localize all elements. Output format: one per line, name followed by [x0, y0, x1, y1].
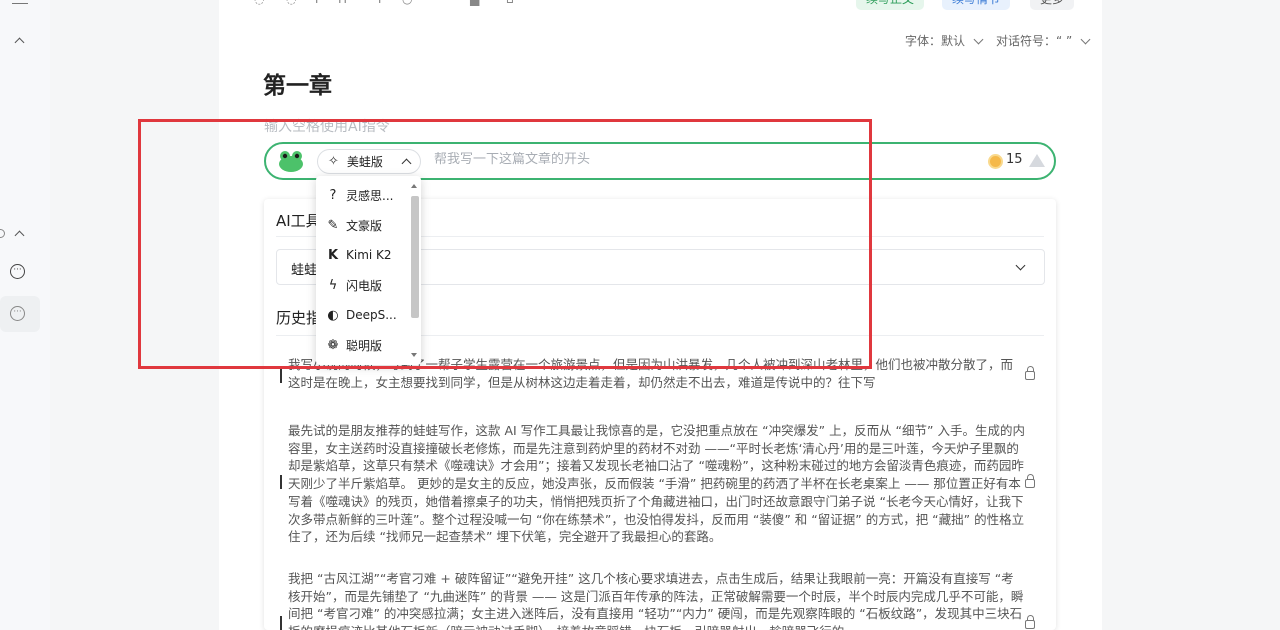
undo-icon[interactable]: ◌	[254, 0, 264, 8]
quote-label: 对话符号：“ ”	[996, 34, 1073, 48]
heading-icon[interactable]: H	[338, 0, 347, 8]
editor-hint[interactable]: 输入空格使用AI指令	[264, 116, 390, 136]
ai-prompt-input[interactable]	[434, 152, 954, 167]
text-icon[interactable]: T	[376, 0, 383, 8]
coin-icon	[988, 154, 1003, 169]
brain-icon: ❁	[327, 337, 339, 353]
continue-text-button[interactable]: 续写正文	[856, 0, 925, 10]
entry-marker	[280, 475, 282, 489]
link-icon[interactable]: ⌂	[506, 0, 514, 8]
frog-logo-icon	[279, 151, 303, 172]
image-icon[interactable]: ▇	[470, 0, 479, 8]
model-selector-label: 美蛙版	[346, 155, 383, 169]
model-option-wenhao[interactable]: ✎ 文豪版	[316, 210, 408, 240]
lightning-icon: ϟ	[328, 277, 338, 293]
model-option-inspiration[interactable]: ? 灵感思...	[316, 180, 408, 210]
font-label: 字体：默认	[905, 34, 966, 48]
model-option-deepseek[interactable]: ◐ DeepS...	[316, 300, 408, 330]
model-option-label: 灵感思...	[346, 188, 394, 203]
dropdown-scrollbar[interactable]	[409, 182, 419, 359]
left-rail: ··· ···	[0, 0, 50, 630]
model-option-label: DeepS...	[346, 308, 397, 322]
chevron-up-icon	[401, 158, 412, 169]
radio-icon[interactable]	[0, 229, 5, 238]
lock-icon[interactable]	[1025, 615, 1035, 629]
continue-plot-button[interactable]: 续写情节	[942, 0, 1011, 10]
quote-setting[interactable]: 对话符号：“ ”	[996, 32, 1091, 49]
format-icon[interactable]: T	[313, 0, 320, 8]
model-dropdown: ? 灵感思... ✎ 文豪版 K Kimi K2 ϟ 闪电版 ◐ DeepS... ❁ 聪明…	[316, 176, 421, 365]
entry-marker	[280, 369, 282, 383]
collapse-up-icon[interactable]	[14, 36, 25, 49]
credit-count: 15	[1006, 152, 1023, 167]
scroll-thumb[interactable]	[411, 196, 419, 318]
panel-title: AI工具	[276, 212, 321, 230]
redo-icon[interactable]: ◌	[286, 0, 296, 8]
menu-icon[interactable]	[12, 0, 28, 4]
more-icon-active[interactable]: ···	[10, 306, 25, 321]
circle-icon[interactable]: ○	[402, 0, 412, 8]
model-option-label: Kimi K2	[346, 248, 392, 262]
model-option-label: 闪电版	[346, 278, 383, 293]
chevron-down-icon	[1015, 260, 1026, 271]
model-option-label: 聪明版	[346, 338, 383, 353]
collapse-up-icon-2[interactable]	[14, 229, 25, 242]
send-icon[interactable]	[1029, 154, 1045, 167]
history-entry[interactable]: 最先试的是朋友推荐的蛙蛙写作，这款 AI 写作工具最让我惊喜的是，它没把重点放在…	[288, 422, 1025, 546]
chevron-down-icon	[1080, 34, 1091, 44]
kimi-icon: K	[327, 247, 339, 263]
model-option-label: 文豪版	[346, 218, 383, 233]
quote-icon[interactable]: ”	[438, 0, 444, 8]
tool-select-value: 蛙蛙	[291, 263, 318, 278]
lock-icon[interactable]	[1025, 474, 1035, 488]
more-icon[interactable]: ···	[10, 264, 25, 279]
model-option-kimi[interactable]: K Kimi K2	[316, 240, 408, 270]
ai-command-bar: ✧ 美蛙版 15	[264, 142, 1056, 180]
entry-marker	[280, 616, 282, 630]
history-entry[interactable]: 我把 “古风江湖”“考官刁难 + 破阵留证”“避免开挂” 这几个核心要求填进去，…	[288, 570, 1025, 630]
whale-icon: ◐	[327, 307, 339, 323]
chapter-title[interactable]: 第一章	[263, 66, 332, 100]
magic-wand-icon: ✧	[328, 154, 339, 169]
more-button[interactable]: 更多	[1030, 0, 1075, 10]
lock-icon[interactable]	[1025, 366, 1035, 380]
scroll-down-icon[interactable]	[411, 353, 417, 357]
lightbulb-icon: ?	[329, 187, 337, 203]
scroll-up-icon[interactable]	[411, 184, 417, 188]
model-selector[interactable]: ✧ 美蛙版	[317, 149, 421, 174]
font-setting[interactable]: 字体：默认	[905, 32, 984, 49]
chevron-down-icon	[973, 34, 984, 44]
pen-icon: ✎	[327, 217, 339, 233]
model-option-smart[interactable]: ❁ 聪明版	[316, 330, 408, 360]
model-option-lightning[interactable]: ϟ 闪电版	[316, 270, 408, 300]
